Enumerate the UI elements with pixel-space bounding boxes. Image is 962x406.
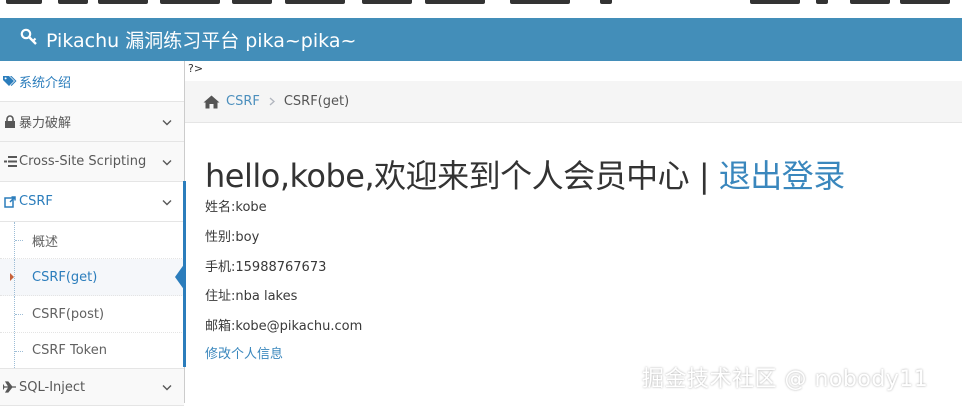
tree-branch: [15, 240, 23, 241]
sidebar-subitem-csrf-get[interactable]: CSRF(get): [0, 259, 185, 296]
tree-branch: [15, 314, 23, 315]
sidebar-item-intro[interactable]: 系统介绍: [0, 61, 184, 102]
sidebar-item-label: 系统介绍: [19, 75, 72, 91]
sidebar-item-xss[interactable]: Cross-Site Scripting: [0, 142, 184, 182]
brand[interactable]: Pikachu 漏洞练习平台 pika~pika~: [20, 18, 356, 61]
info-name: 姓名:kobe: [205, 200, 267, 215]
sidebar-subitem-csrf-token[interactable]: CSRF Token: [0, 333, 184, 369]
sidebar-item-csrf[interactable]: CSRF: [0, 182, 184, 222]
page-title: hello,kobe,欢迎来到个人会员中心 | 退出登录: [205, 151, 845, 197]
tree-line: [14, 259, 15, 295]
sidebar-subitem-label: CSRF(get): [32, 269, 98, 285]
watermark: 掘金技术社区 @ nobody11: [642, 367, 929, 392]
lock-icon: [2, 115, 18, 128]
chevron-down-icon: [162, 380, 172, 395]
chevron-down-icon: [162, 154, 172, 169]
chevron-down-icon: [162, 194, 172, 209]
breadcrumb-current: CSRF(get): [283, 94, 350, 109]
sidebar-subitem-overview[interactable]: 概述: [0, 222, 184, 259]
greeting-text: hello,kobe,欢迎来到个人会员中心 |: [205, 157, 719, 195]
sidebar-subitem-label: 概述: [32, 234, 59, 250]
browser-bookmark-strip: [0, 0, 962, 18]
logout-link[interactable]: 退出登录: [719, 157, 846, 195]
edit-profile-link[interactable]: 修改个人信息: [205, 343, 283, 362]
info-phone: 手机:15988767673: [205, 260, 327, 275]
breadcrumb: CSRF CSRF(get): [185, 81, 962, 123]
sidebar-item-bruteforce[interactable]: 暴力破解: [0, 102, 184, 142]
key-icon: [20, 28, 46, 51]
list-icon: [2, 156, 18, 167]
sidebar: 系统介绍 暴力破解 Cross-Site Scripting CSRF 概述 C…: [0, 61, 185, 406]
sidebar-subitem-csrf-post[interactable]: CSRF(post): [0, 296, 184, 333]
info-address: 住址:nba lakes: [205, 289, 298, 304]
sidebar-item-label: SQL-Inject: [19, 379, 86, 395]
top-navbar: Pikachu 漏洞练习平台 pika~pika~: [0, 18, 962, 61]
main-content: ?> CSRF CSRF(get) hello,kobe,欢迎来到个人会员中心 …: [185, 61, 962, 403]
breadcrumb-link-csrf[interactable]: CSRF: [226, 94, 260, 109]
sidebar-item-label: Cross-Site Scripting: [19, 154, 147, 169]
plane-icon: [2, 381, 18, 393]
info-email: 邮箱:kobe@pikachu.com: [205, 319, 363, 334]
chevron-right-icon: [269, 95, 275, 109]
sidebar-subitem-label: CSRF Token: [32, 343, 107, 358]
sidebar-item-sqli[interactable]: SQL-Inject: [0, 368, 184, 406]
sidebar-subitem-label: CSRF(post): [32, 306, 105, 322]
info-gender: 性别:boy: [205, 230, 260, 245]
tags-icon: [2, 75, 18, 87]
sidebar-item-label: 暴力破解: [19, 116, 72, 131]
home-icon[interactable]: [203, 95, 220, 109]
chevron-down-icon: [162, 114, 172, 129]
tree-branch: [15, 350, 23, 352]
brand-title: Pikachu 漏洞练习平台 pika~pika~: [46, 30, 357, 52]
caret-right-icon: [10, 273, 14, 281]
sidebar-item-label: CSRF: [19, 194, 53, 209]
stray-php-text: ?>: [188, 62, 204, 75]
external-link-icon: [2, 195, 18, 208]
